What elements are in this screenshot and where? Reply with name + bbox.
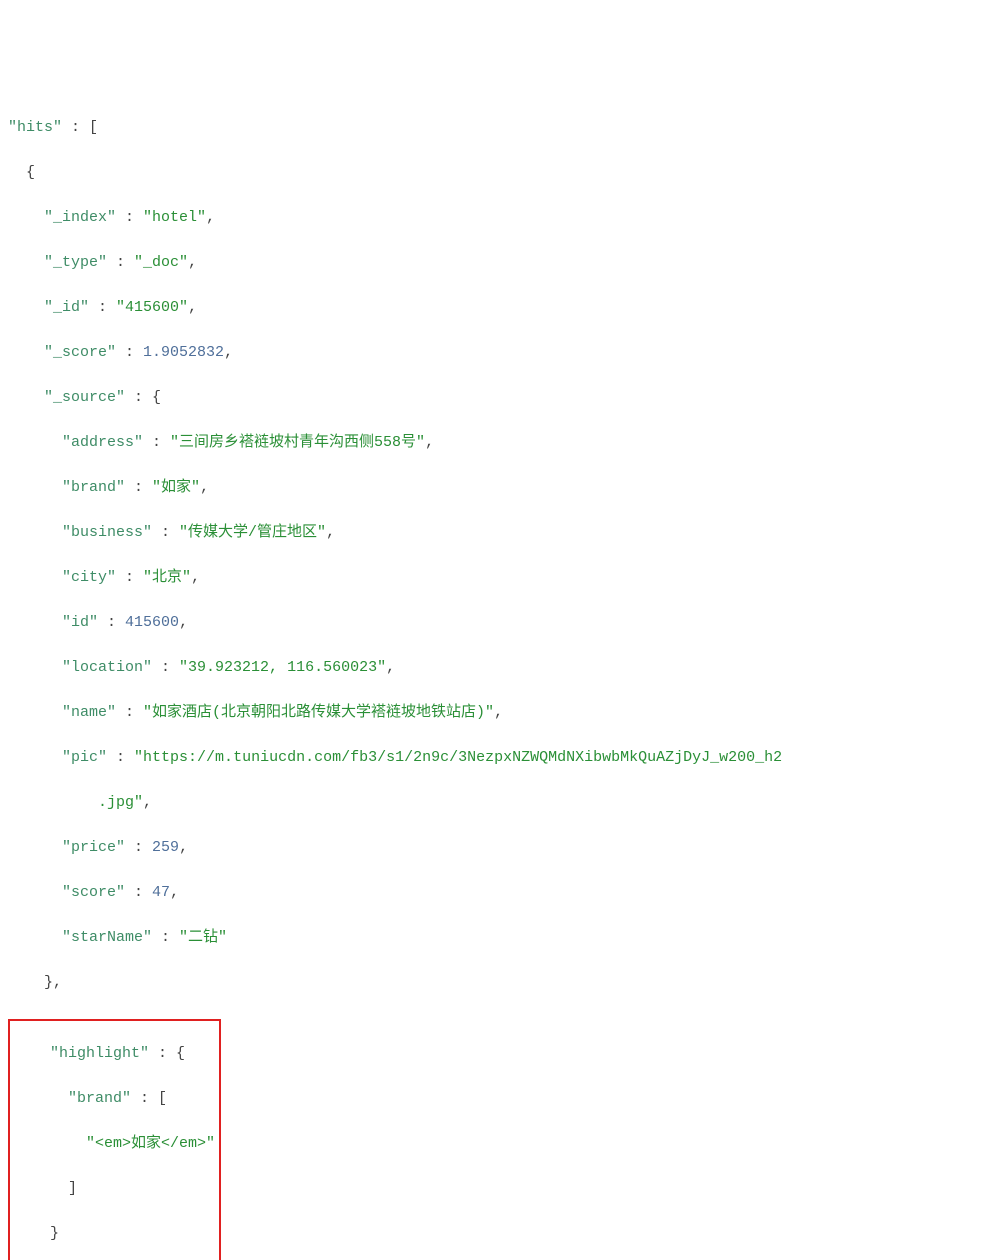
val-score: 1.9052832 [143,344,224,361]
code-line: "starName" : "二钻" [8,927,992,950]
val-pic-line2: .jpg" [98,794,143,811]
key-hits: "hits" [8,119,62,136]
val-pic-line1: "https://m.tuniucdn.com/fb3/s1/2n9c/3Nez… [134,749,782,766]
val-name: "如家酒店(北京朝阳北路传媒大学褡裢坡地铁站店)" [143,704,494,721]
val-type: "_doc" [134,254,188,271]
key-starname: "starName" [62,929,152,946]
val-city: "北京" [143,569,191,586]
code-line: "pic" : "https://m.tuniucdn.com/fb3/s1/2… [8,747,992,770]
key-index: "_index" [44,209,116,226]
val-business: "传媒大学/管庄地区" [179,524,326,541]
code-line: }, [8,972,992,995]
code-line: "price" : 259, [8,837,992,860]
val-hl-brand-item: "<em>如家</em>" [86,1135,215,1152]
code-line: "location" : "39.923212, 116.560023", [8,657,992,680]
code-line: "<em>如家</em>" [14,1133,215,1156]
code-line: { [8,162,992,185]
val-location: "39.923212, 116.560023" [179,659,386,676]
key-name: "name" [62,704,116,721]
key-business: "business" [62,524,152,541]
key-highlight: "highlight" [50,1045,149,1062]
val-idnum: 415600 [125,614,179,631]
val-scorenum: 47 [152,884,170,901]
key-type: "_type" [44,254,107,271]
code-line: "address" : "三间房乡褡裢坡村青年沟西侧558号", [8,432,992,455]
code-line: "brand" : "如家", [8,477,992,500]
code-line: "score" : 47, [8,882,992,905]
key-hl-brand: "brand" [68,1090,131,1107]
code-line: ] [14,1178,215,1201]
key-id: "_id" [44,299,89,316]
code-line: "hits" : [ [8,117,992,140]
code-line: "_score" : 1.9052832, [8,342,992,365]
key-scorenum: "score" [62,884,125,901]
val-starname: "二钻" [179,929,227,946]
key-pic: "pic" [62,749,107,766]
val-brand: "如家" [152,479,200,496]
highlight-red-box: "highlight" : { "brand" : [ "<em>如家</em>… [8,1019,221,1260]
code-line: "_index" : "hotel", [8,207,992,230]
code-line: "name" : "如家酒店(北京朝阳北路传媒大学褡裢坡地铁站店)", [8,702,992,725]
code-line: "_id" : "415600", [8,297,992,320]
code-line: "id" : 415600, [8,612,992,635]
json-code-block: "hits" : [ { "_index" : "hotel", "_type"… [8,94,992,1260]
val-id: "415600" [116,299,188,316]
code-line: "brand" : [ [14,1088,215,1111]
code-line: "highlight" : { [14,1043,215,1066]
code-line: "city" : "北京", [8,567,992,590]
code-line: "business" : "传媒大学/管庄地区", [8,522,992,545]
val-address: "三间房乡褡裢坡村青年沟西侧558号" [170,434,425,451]
val-index: "hotel" [143,209,206,226]
key-idnum: "id" [62,614,98,631]
key-score: "_score" [44,344,116,361]
key-source: "_source" [44,389,125,406]
key-price: "price" [62,839,125,856]
code-line: "_type" : "_doc", [8,252,992,275]
val-price: 259 [152,839,179,856]
key-brand: "brand" [62,479,125,496]
key-address: "address" [62,434,143,451]
code-line: "_source" : { [8,387,992,410]
key-city: "city" [62,569,116,586]
code-line: } [14,1223,215,1246]
key-location: "location" [62,659,152,676]
code-line: .jpg", [8,792,992,815]
